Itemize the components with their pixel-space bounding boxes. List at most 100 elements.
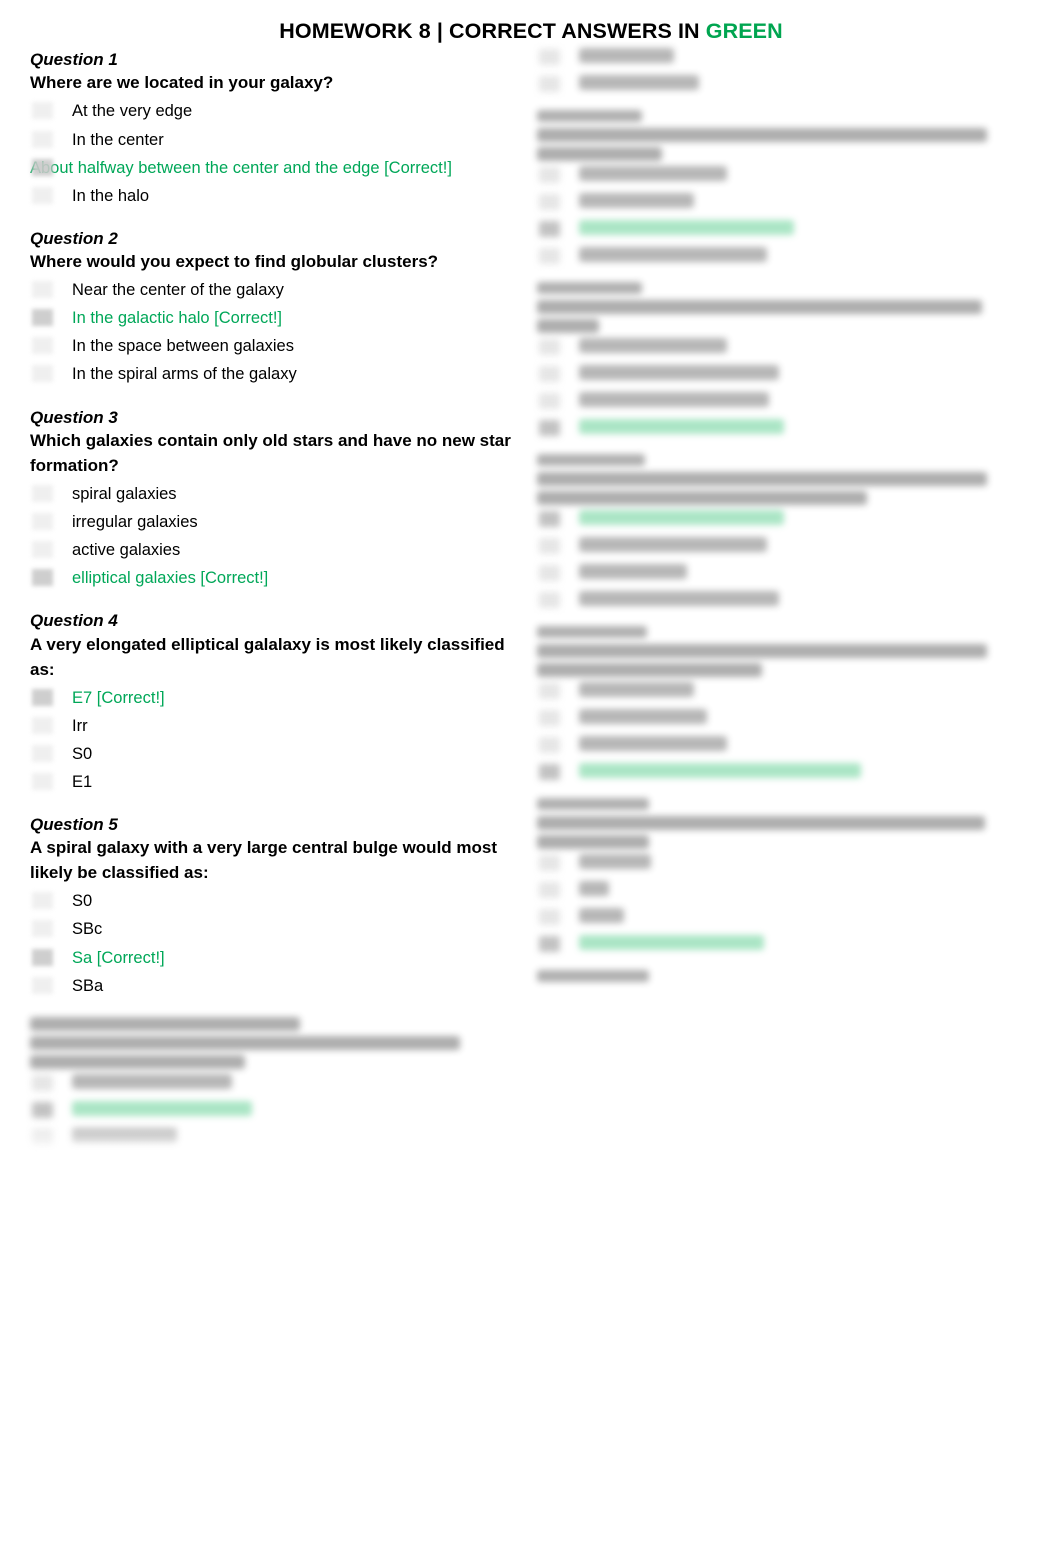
answer-option[interactable]: irregular galaxies xyxy=(30,510,522,535)
obscured-answer-option[interactable] xyxy=(537,908,1042,925)
checkbox-icon[interactable] xyxy=(539,882,560,898)
checkbox-checked-icon[interactable] xyxy=(539,420,560,436)
obscured-question-stem-line xyxy=(537,472,987,486)
checkbox-icon[interactable] xyxy=(539,76,560,92)
obscured-question-block xyxy=(537,970,1042,982)
checkbox-icon[interactable] xyxy=(32,772,53,790)
checkbox-icon[interactable] xyxy=(539,366,560,382)
checkbox-checked-icon[interactable] xyxy=(32,688,53,706)
checkbox-checked-icon[interactable] xyxy=(539,511,560,527)
answer-option-correct[interactable]: Sa [Correct!] xyxy=(30,946,522,971)
checkbox-icon[interactable] xyxy=(539,592,560,608)
obscured-answer-option[interactable] xyxy=(537,166,1042,183)
checkbox-icon[interactable] xyxy=(32,130,53,148)
obscured-answer-option[interactable] xyxy=(537,709,1042,726)
checkbox-icon[interactable] xyxy=(32,102,53,120)
obscured-answer-option[interactable] xyxy=(537,682,1042,699)
obscured-answer-option-correct[interactable] xyxy=(537,510,1042,527)
obscured-answer-option-label xyxy=(579,682,694,697)
checkbox-icon[interactable] xyxy=(32,892,53,910)
page-title-highlight: GREEN xyxy=(705,19,783,43)
answer-option-label: In the galactic halo [Correct!] xyxy=(72,309,283,328)
obscured-answer-option-correct[interactable] xyxy=(30,1100,522,1118)
obscured-answer-option-label xyxy=(579,881,609,896)
checkbox-icon[interactable] xyxy=(32,716,53,734)
answer-option[interactable]: In the halo xyxy=(30,184,522,209)
obscured-answer-option[interactable] xyxy=(537,247,1042,264)
checkbox-icon[interactable] xyxy=(539,194,560,210)
obscured-answer-option[interactable] xyxy=(537,392,1042,409)
obscured-answer-option[interactable] xyxy=(537,881,1042,898)
checkbox-icon[interactable] xyxy=(539,565,560,581)
obscured-answer-option[interactable] xyxy=(537,537,1042,554)
question-stem: A spiral galaxy with a very large centra… xyxy=(30,838,498,883)
checkbox-icon[interactable] xyxy=(539,393,560,409)
answer-option[interactable]: S0 xyxy=(30,742,522,767)
obscured-answer-option[interactable] xyxy=(537,48,1042,65)
checkbox-checked-icon[interactable] xyxy=(32,948,53,966)
checkbox-icon[interactable] xyxy=(32,1074,53,1091)
answer-option-correct[interactable]: In the galactic halo [Correct!] xyxy=(30,306,522,331)
checkbox-icon[interactable] xyxy=(32,920,53,938)
checkbox-icon[interactable] xyxy=(32,186,53,204)
question-number: Question 1 xyxy=(30,50,118,69)
answer-option[interactable]: SBa xyxy=(30,974,522,999)
checkbox-icon[interactable] xyxy=(539,167,560,183)
obscured-answer-option[interactable] xyxy=(537,736,1042,753)
answer-option[interactable]: E1 xyxy=(30,770,522,795)
answer-option[interactable]: Irr xyxy=(30,714,522,739)
checkbox-icon[interactable] xyxy=(32,1128,53,1145)
obscured-answer-option[interactable] xyxy=(537,193,1042,210)
answer-option-correct[interactable]: elliptical galaxies [Correct!] xyxy=(30,566,522,591)
checkbox-checked-icon[interactable] xyxy=(539,221,560,237)
checkbox-icon[interactable] xyxy=(32,365,53,383)
checkbox-icon[interactable] xyxy=(32,484,53,502)
obscured-answer-option-correct[interactable] xyxy=(537,419,1042,436)
obscured-answer-option-correct[interactable] xyxy=(537,763,1042,780)
answer-option[interactable]: In the center xyxy=(30,128,522,153)
answer-option[interactable]: active galaxies xyxy=(30,538,522,563)
checkbox-icon[interactable] xyxy=(539,855,560,871)
checkbox-icon[interactable] xyxy=(32,541,53,559)
obscured-answer-option[interactable] xyxy=(537,365,1042,382)
obscured-answer-option[interactable] xyxy=(30,1127,522,1145)
answer-option[interactable]: At the very edge xyxy=(30,99,522,124)
obscured-answer-option-correct[interactable] xyxy=(537,220,1042,237)
checkbox-icon[interactable] xyxy=(32,976,53,994)
obscured-answer-option[interactable] xyxy=(537,591,1042,608)
answer-option[interactable]: spiral galaxies xyxy=(30,482,522,507)
checkbox-checked-icon[interactable] xyxy=(32,569,53,587)
obscured-answer-option-label xyxy=(579,510,784,525)
answer-option[interactable]: SBc xyxy=(30,917,522,942)
checkbox-icon[interactable] xyxy=(539,737,560,753)
obscured-answer-option[interactable] xyxy=(537,338,1042,355)
checkbox-checked-icon[interactable] xyxy=(32,1101,53,1118)
checkbox-icon[interactable] xyxy=(539,49,560,65)
checkbox-icon[interactable] xyxy=(32,281,53,299)
answer-option-correct[interactable]: About halfway between the center and the… xyxy=(30,156,522,181)
obscured-answer-option[interactable] xyxy=(537,564,1042,581)
checkbox-icon[interactable] xyxy=(539,683,560,699)
obscured-answer-option-label xyxy=(579,591,779,606)
answer-option[interactable]: In the spiral arms of the galaxy xyxy=(30,362,522,387)
obscured-answer-option[interactable] xyxy=(30,1073,522,1091)
checkbox-checked-icon[interactable] xyxy=(539,936,560,952)
checkbox-icon[interactable] xyxy=(32,744,53,762)
checkbox-checked-icon[interactable] xyxy=(32,309,53,327)
checkbox-icon[interactable] xyxy=(32,337,53,355)
checkbox-checked-icon[interactable] xyxy=(539,764,560,780)
answer-option[interactable]: S0 xyxy=(30,889,522,914)
checkbox-icon[interactable] xyxy=(539,909,560,925)
checkbox-icon[interactable] xyxy=(539,248,560,264)
answer-option[interactable]: Near the center of the galaxy xyxy=(30,278,522,303)
checkbox-icon[interactable] xyxy=(539,538,560,554)
checkbox-icon[interactable] xyxy=(539,710,560,726)
answer-option[interactable]: In the space between galaxies xyxy=(30,334,522,359)
checkbox-icon[interactable] xyxy=(539,339,560,355)
obscured-answer-option[interactable] xyxy=(537,75,1042,92)
checkbox-icon[interactable] xyxy=(32,513,53,530)
checkbox-checked-icon[interactable] xyxy=(32,158,53,176)
obscured-answer-option-correct[interactable] xyxy=(537,935,1042,952)
answer-option-correct[interactable]: E7 [Correct!] xyxy=(30,686,522,711)
obscured-answer-option[interactable] xyxy=(537,854,1042,871)
